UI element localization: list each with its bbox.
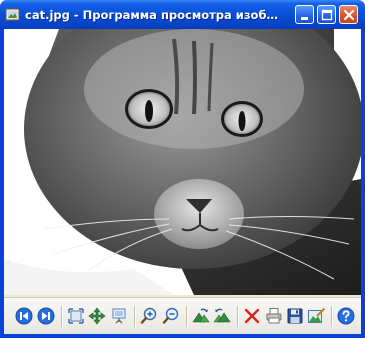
zoom-out-button[interactable] [162,307,180,325]
rotate-counterclockwise-button[interactable] [213,307,231,325]
edit-icon [308,307,325,323]
minimize-icon [301,17,308,20]
best-fit-icon [68,308,84,324]
toolbar-separator [331,306,333,327]
help-button[interactable] [337,307,355,325]
next-icon [37,307,55,325]
viewer-toolbar [4,297,361,335]
next-image-button[interactable] [37,307,55,325]
close-button[interactable] [339,5,358,24]
maximize-button[interactable] [317,5,336,24]
minimize-button[interactable] [295,5,314,24]
delete-button[interactable] [243,307,261,325]
zoom-out-icon [162,307,179,324]
image-display[interactable] [4,29,361,295]
image-viewer-window: cat.jpg - Программа просмотра изображени… [0,0,365,338]
rotate-clockwise-icon [192,308,210,323]
picture-viewer-app-icon[interactable] [5,6,21,22]
cat-photo [4,29,361,295]
window-bottom-border [0,334,365,338]
save-copy-button[interactable] [286,307,304,325]
print-icon [266,308,282,324]
print-button[interactable] [265,307,283,325]
toolbar-separator [237,306,239,327]
slideshow-icon [112,308,126,324]
toolbar-separator [134,306,136,327]
best-fit-button[interactable] [67,307,85,325]
toolbar-separator [186,306,188,327]
maximize-icon [321,9,333,21]
rotate-clockwise-button[interactable] [192,307,210,325]
open-editor-button[interactable] [307,307,325,325]
previous-image-button[interactable] [15,307,33,325]
slideshow-button[interactable] [110,307,128,325]
help-icon [337,307,355,325]
window-title: cat.jpg - Программа просмотра изображени… [25,8,285,22]
delete-icon [244,308,260,324]
client-area [4,29,361,335]
close-icon [343,9,355,21]
toolbar-separator [61,306,63,327]
previous-icon [15,307,33,325]
save-icon [287,308,303,324]
zoom-in-icon [140,307,157,324]
actual-size-icon [88,307,106,325]
rotate-counterclockwise-icon [213,308,231,323]
actual-size-button[interactable] [88,307,106,325]
title-bar[interactable]: cat.jpg - Программа просмотра изображени… [0,0,365,29]
zoom-in-button[interactable] [140,307,158,325]
